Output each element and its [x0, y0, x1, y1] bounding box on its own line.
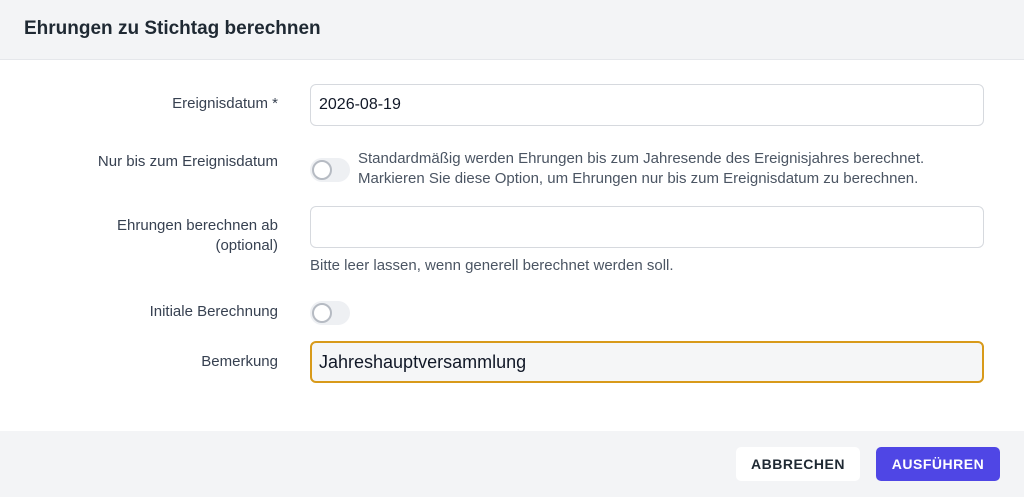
- event-date-input[interactable]: [310, 84, 984, 126]
- initial-calc-label: Initiale Berechnung: [149, 303, 278, 320]
- dialog: Ehrungen zu Stichtag berechnen Ereignisd…: [0, 0, 1024, 497]
- help-line-2: Markieren Sie diese Option, um Ehrungen …: [358, 170, 919, 187]
- toggle-knob: [312, 303, 332, 323]
- only-until-event-toggle[interactable]: [310, 158, 350, 182]
- only-until-event-help: Standardmäßig werden Ehrungen bis zum Ja…: [358, 149, 924, 189]
- event-date-label: Ereignisdatum *: [172, 95, 278, 112]
- initial-calc-toggle[interactable]: [310, 301, 350, 325]
- calc-from-label-line1: Ehrungen berechnen ab: [117, 217, 278, 234]
- remark-label: Bemerkung: [201, 353, 278, 370]
- calc-from-hint: Bitte leer lassen, wenn generell berechn…: [310, 257, 674, 274]
- only-until-event-label: Nur bis zum Ereignisdatum: [97, 153, 278, 170]
- dialog-header: Ehrungen zu Stichtag berechnen: [0, 0, 1024, 60]
- toggle-knob: [312, 160, 332, 180]
- run-button[interactable]: AUSFÜHREN: [876, 447, 1000, 481]
- calc-from-input[interactable]: [310, 206, 984, 248]
- remark-input[interactable]: [310, 341, 984, 383]
- dialog-footer: ABBRECHEN AUSFÜHREN: [0, 431, 1024, 497]
- dialog-title: Ehrungen zu Stichtag berechnen: [24, 18, 321, 39]
- cancel-button[interactable]: ABBRECHEN: [736, 447, 860, 481]
- calc-from-label-line2: (optional): [215, 237, 278, 254]
- help-line-1: Standardmäßig werden Ehrungen bis zum Ja…: [358, 150, 925, 167]
- calc-from-label: Ehrungen berechnen ab (optional): [18, 216, 278, 256]
